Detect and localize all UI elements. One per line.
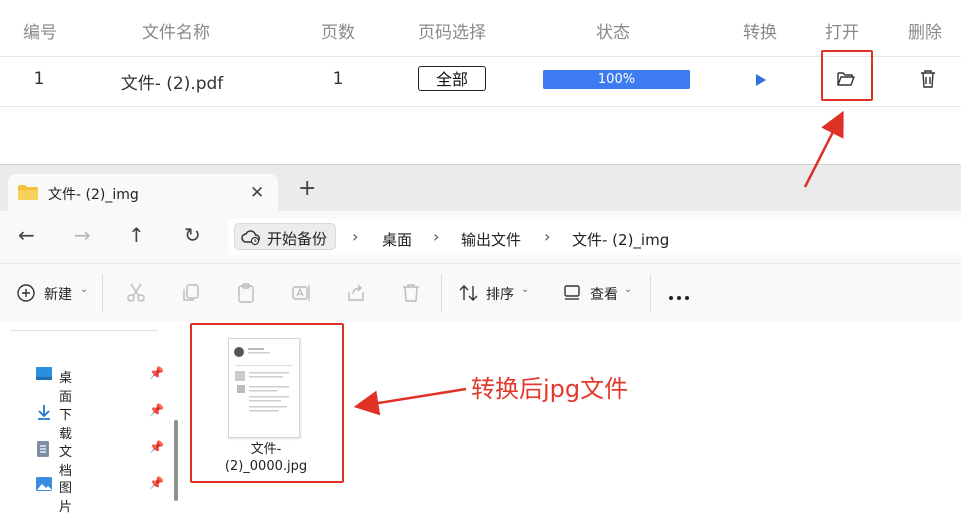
- chevron-down-icon[interactable]: ⌄: [521, 284, 529, 295]
- tab-title: 文件- (2)_img: [48, 187, 139, 203]
- document-icon: [35, 440, 51, 462]
- header-index: 编号: [23, 23, 57, 43]
- download-icon: [35, 403, 53, 425]
- toolbar-divider: [650, 274, 651, 312]
- share-icon[interactable]: [345, 282, 367, 308]
- sidebar-label: 桌面: [59, 371, 73, 405]
- up-arrow-icon[interactable]: ↑: [128, 225, 145, 245]
- command-toolbar: 新建 ⌄ 排序 ⌄ 查看 ⌄: [0, 263, 961, 323]
- start-backup-button[interactable]: 开始备份: [234, 223, 336, 250]
- back-arrow-icon[interactable]: ←: [18, 225, 35, 245]
- sidebar-label: 图片: [59, 481, 73, 515]
- sidebar-scrollbar[interactable]: [174, 420, 178, 501]
- header-pages: 页数: [321, 23, 355, 43]
- row-file-name: 文件- (2).pdf: [120, 74, 224, 94]
- view-label[interactable]: 查看: [590, 284, 618, 304]
- table-header: 编号 文件名称 页数 页码选择 状态 转换 打开 删除: [0, 0, 961, 57]
- toolbar-divider: [441, 274, 442, 312]
- trash-icon: [921, 70, 935, 88]
- new-label[interactable]: 新建: [44, 284, 72, 304]
- chevron-down-icon[interactable]: ⌄: [80, 284, 88, 295]
- pin-icon[interactable]: 📌: [149, 476, 164, 490]
- pin-icon[interactable]: 📌: [149, 403, 164, 417]
- backup-label: 开始备份: [267, 230, 328, 248]
- breadcrumb-desktop[interactable]: 桌面: [382, 229, 412, 250]
- annotation-text: 转换后jpg文件: [471, 375, 629, 403]
- navigation-bar: ← → ↑ ↻ 开始备份 › 桌面 › 输出文件 › 文件- (2)_img: [0, 211, 961, 263]
- breadcrumb-current[interactable]: 文件- (2)_img: [572, 229, 669, 250]
- tab-bar: 文件- (2)_img ✕ +: [0, 165, 961, 211]
- copy-icon[interactable]: [180, 282, 202, 308]
- explorer-content: 桌面 📌 下载 📌 文档 📌 图片 📌 文件- (2)_0000.jpg: [0, 322, 961, 515]
- open-button-highlight: [821, 50, 873, 101]
- refresh-icon[interactable]: ↻: [184, 225, 201, 245]
- toolbar-divider: [102, 274, 103, 312]
- picture-icon: [35, 476, 53, 496]
- table-row: 1 文件- (2).pdf 1 全部 100%: [0, 56, 961, 107]
- cut-icon[interactable]: [125, 282, 147, 308]
- row-pages: 1: [332, 69, 344, 89]
- file-highlight-box: [190, 323, 344, 483]
- conversion-table: 编号 文件名称 页数 页码选择 状态 转换 打开 删除 1 文件- (2).pd…: [0, 0, 961, 107]
- sort-icon[interactable]: [458, 283, 480, 307]
- convert-play-button[interactable]: [755, 72, 767, 91]
- desktop-icon: [35, 366, 53, 386]
- page-range-button[interactable]: 全部: [418, 66, 486, 91]
- breadcrumb-chevron-icon: ›: [433, 227, 440, 246]
- file-explorer-window: 文件- (2)_img ✕ + ← → ↑ ↻ 开始备份 › 桌面 › 输出文件…: [0, 164, 961, 515]
- progress-text: 100%: [597, 72, 636, 87]
- pin-icon[interactable]: 📌: [149, 366, 164, 380]
- chevron-down-icon[interactable]: ⌄: [624, 284, 632, 295]
- more-options-icon[interactable]: [668, 286, 690, 305]
- sidebar-divider: [10, 330, 158, 331]
- header-convert: 转换: [743, 23, 777, 43]
- new-button[interactable]: [16, 283, 36, 307]
- address-bar[interactable]: 开始备份 › 桌面 › 输出文件 › 文件- (2)_img: [228, 219, 961, 255]
- tab-current-folder[interactable]: 文件- (2)_img ✕: [8, 174, 278, 211]
- header-page-range: 页码选择: [418, 23, 486, 43]
- close-tab-icon[interactable]: ✕: [250, 183, 264, 203]
- sort-label[interactable]: 排序: [486, 284, 514, 304]
- header-open: 打开: [825, 23, 859, 43]
- plus-circle-icon: [17, 284, 35, 302]
- forward-arrow-icon[interactable]: →: [74, 225, 91, 245]
- progress-bar: 100%: [543, 70, 690, 89]
- header-file-name: 文件名称: [142, 23, 210, 43]
- rename-icon[interactable]: [290, 282, 312, 308]
- breadcrumb-chevron-icon: ›: [544, 227, 551, 246]
- folder-icon: [18, 185, 38, 204]
- header-delete: 删除: [908, 23, 942, 43]
- cloud-backup-icon: [241, 228, 261, 250]
- sidebar-label: 下载: [59, 408, 73, 442]
- view-icon[interactable]: [563, 283, 583, 305]
- new-tab-button[interactable]: +: [298, 178, 316, 200]
- delete-button[interactable]: [919, 69, 937, 93]
- play-icon: [756, 74, 766, 86]
- delete-icon[interactable]: [400, 282, 422, 308]
- row-index: 1: [33, 69, 45, 89]
- paste-icon[interactable]: [235, 282, 257, 308]
- header-status: 状态: [596, 23, 630, 43]
- breadcrumb-output[interactable]: 输出文件: [461, 229, 521, 250]
- sidebar-label: 文档: [59, 445, 73, 479]
- breadcrumb-chevron-icon: ›: [352, 227, 359, 246]
- pin-icon[interactable]: 📌: [149, 440, 164, 454]
- navigation-pane: 桌面 📌 下载 📌 文档 📌 图片 📌: [0, 322, 172, 515]
